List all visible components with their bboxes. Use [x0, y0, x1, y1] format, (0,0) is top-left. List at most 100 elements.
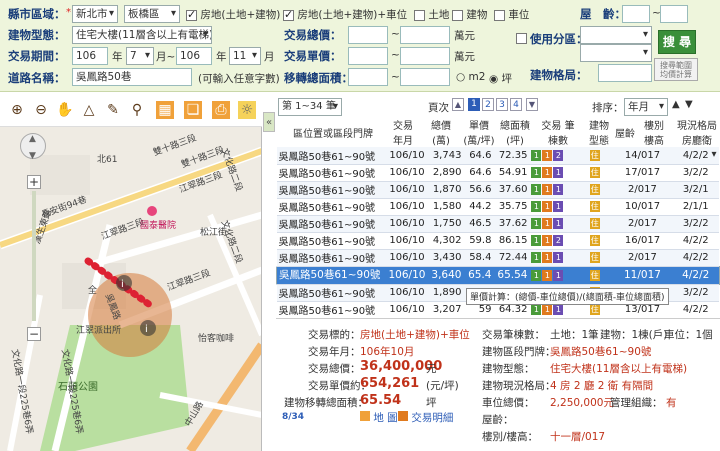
zoom-out-icon[interactable]: ⊖ [32, 101, 50, 119]
page-button[interactable]: 3 [496, 98, 508, 111]
checkbox-icon[interactable] [414, 9, 425, 21]
sort-label: 排序： [592, 102, 624, 114]
checkbox-icon[interactable] [494, 9, 505, 21]
cb-bldg[interactable]: 建物 [452, 7, 487, 22]
map-icon [360, 411, 370, 421]
cb-land-bldg[interactable]: 房地(土地+建物) [186, 7, 280, 22]
badge-type: 住 [589, 234, 600, 246]
table-row[interactable]: 吳鳳路50巷61~90號 106/10 3,743 64.6 72.35 1 1 2 住 14/0… [276, 147, 720, 165]
pan-up-icon[interactable]: ▲ [29, 134, 36, 144]
cb-zoning[interactable] [516, 32, 527, 44]
cell-addr: 吳鳳路50巷61~90號 [276, 301, 387, 319]
zoom-slider-track[interactable] [32, 191, 36, 321]
page-button[interactable]: 2 [482, 98, 494, 111]
age-from-input[interactable] [622, 5, 650, 23]
age-to-input[interactable] [660, 5, 688, 23]
cell-total: 4,302 [427, 232, 464, 250]
map-toolbar: ⊕ ⊖ ✋ △ ✎ ⚲ ▦ ❏ ⎙ ☼ [0, 95, 262, 127]
table-row[interactable]: 吳鳳路50巷61~90號 106/10 1,870 56.6 37.60 1 1 1 住 2/01… [276, 181, 720, 199]
header-unit[interactable]: 單價 (萬/坪) [462, 117, 496, 147]
zoom-in-icon[interactable]: ⊕ [8, 101, 26, 119]
checkbox-icon[interactable] [452, 9, 463, 21]
cell-layout: 4/2/2 [672, 232, 719, 250]
table-row[interactable]: 吳鳳路50巷61~90號 106/10 1,750 46.5 37.62 1 1 1 住 2/01… [276, 215, 720, 233]
draw-icon[interactable]: ✎ [104, 101, 122, 119]
cell-total: 1,580 [427, 198, 464, 216]
county-select[interactable]: 新北市 [72, 5, 118, 23]
zoning-label: 使用分區： [530, 32, 588, 46]
range-select[interactable]: 第 1~34 筆 [278, 98, 342, 116]
next-page-icon[interactable]: ▼ [526, 98, 538, 111]
zoom-out-button[interactable]: − [27, 327, 41, 341]
header-age[interactable]: 屋齡 [614, 125, 636, 140]
detail-link-label: 交易明細 [411, 412, 454, 424]
sort-asc-icon[interactable]: ▲ [672, 99, 680, 110]
map-link[interactable]: 地 圖 [360, 410, 398, 425]
header-total[interactable]: 總價 (萬) [424, 117, 458, 147]
cell-unit: 64.6 [463, 164, 494, 182]
checkbox-icon[interactable] [186, 8, 197, 21]
building-type-select[interactable]: 住宅大樓(11層含以上有電梯) [72, 26, 212, 44]
table-row[interactable]: 吳鳳路50巷61~90號 106/10 4,302 59.8 86.15 1 1 2 住 16/0… [276, 232, 720, 250]
layout-input[interactable] [598, 64, 652, 82]
search-button[interactable]: 搜 尋 [658, 30, 696, 54]
total-from-input[interactable] [348, 26, 388, 44]
cb-label: 土地 [428, 9, 450, 21]
grid-icon[interactable]: ▦ [156, 101, 174, 119]
detail-link[interactable]: 交易明細 [398, 410, 453, 425]
cb-park[interactable]: 車位 [494, 7, 529, 22]
zoning-select-2[interactable] [580, 44, 652, 62]
radio-m2[interactable]: ○ m2 [456, 71, 485, 83]
table-row[interactable]: 吳鳳路50巷61~90號 106/10 2,890 64.6 54.91 1 1 1 住 17/0… [276, 164, 720, 182]
header-area[interactable]: 總面積 (坪) [498, 117, 532, 147]
search-filter-panel: 縣市區域： * 新北市 板橋區 房地(土地+建物) 房地(土地+建物)+車位 土… [0, 0, 720, 92]
page-button[interactable]: 4 [510, 98, 522, 111]
sort-desc-icon[interactable]: ▼ [685, 99, 693, 110]
table-row[interactable]: 吳鳳路50巷61~90號 106/10 3,640 65.4 65.54 1 1 1 住 11/0… [276, 266, 720, 285]
header-address[interactable]: 區位置或區段門牌 [286, 125, 380, 140]
month-to-select[interactable]: 11 [229, 47, 261, 65]
header-layout[interactable]: 現況格局 房廳衛 [674, 117, 720, 147]
info-icon[interactable]: ❏ [184, 101, 202, 119]
prev-page-icon[interactable]: ▲ [452, 98, 464, 111]
sort-select[interactable]: 年月 [624, 98, 668, 116]
unit-to-input[interactable] [400, 47, 450, 65]
year-from-input[interactable]: 106 [72, 47, 108, 65]
checkbox-icon[interactable] [283, 8, 294, 21]
header-count[interactable]: 交易 筆棟數 [538, 117, 578, 147]
year-to-input[interactable]: 106 [176, 47, 212, 65]
district-select[interactable]: 板橋區 [124, 5, 180, 23]
collapse-map-button[interactable]: « [263, 112, 275, 132]
badge-type: 住 [589, 251, 600, 263]
cb-land-bldg-park[interactable]: 房地(土地+建物)+車位 [283, 7, 407, 22]
pan-down-icon[interactable]: ▼ [29, 151, 36, 161]
area-to-input[interactable] [400, 68, 450, 86]
table-row[interactable]: 吳鳳路50巷61~90號 106/10 3,430 58.4 72.44 1 1 1 住 2/01… [276, 249, 720, 267]
measure-icon[interactable]: △ [80, 101, 98, 119]
checkbox-icon[interactable] [516, 32, 527, 44]
radio-ping[interactable]: ◉ 坪 [489, 71, 512, 86]
area-from-input[interactable] [348, 68, 388, 86]
road-input[interactable]: 吳鳳路50巷 [72, 68, 192, 86]
month-from-select[interactable]: 7 [126, 47, 154, 65]
badge-type: 住 [589, 166, 600, 178]
page-button[interactable]: 1 [468, 98, 480, 111]
cb-land[interactable]: 土地 [414, 7, 449, 22]
header-floor[interactable]: 樓別 樓高 [638, 117, 670, 147]
map-panel[interactable]: i i 雙十路三段 雙十路三段 江翠路三段 江翠路三段 江翠路三段 文化路二段 … [0, 95, 262, 451]
settings-icon[interactable]: ☼ [238, 101, 256, 119]
total-to-input[interactable] [400, 26, 450, 44]
marker-icon[interactable]: ⚲ [128, 101, 146, 119]
cell-btype: 住 [584, 215, 607, 233]
cell-date: 106/10 [386, 215, 428, 233]
calc-range-button[interactable]: 搜尋範圍 均價計算 [654, 58, 698, 81]
header-date[interactable]: 交易 年月 [389, 117, 417, 147]
zoom-in-button[interactable]: + [27, 175, 41, 189]
pan-hand-icon[interactable]: ✋ [56, 101, 74, 119]
table-row[interactable]: 吳鳳路50巷61~90號 106/10 1,580 44.2 35.75 1 1 1 住 10/0… [276, 198, 720, 216]
unit-from-input[interactable] [348, 47, 388, 65]
unit-price-tooltip: 單價計算：(總價-車位總價)/(總面積-車位總面積) [466, 288, 669, 305]
header-btype[interactable]: 建物 型態 [586, 117, 612, 147]
print-icon[interactable]: ⎙ [212, 101, 230, 119]
zoning-select-1[interactable] [580, 26, 652, 44]
